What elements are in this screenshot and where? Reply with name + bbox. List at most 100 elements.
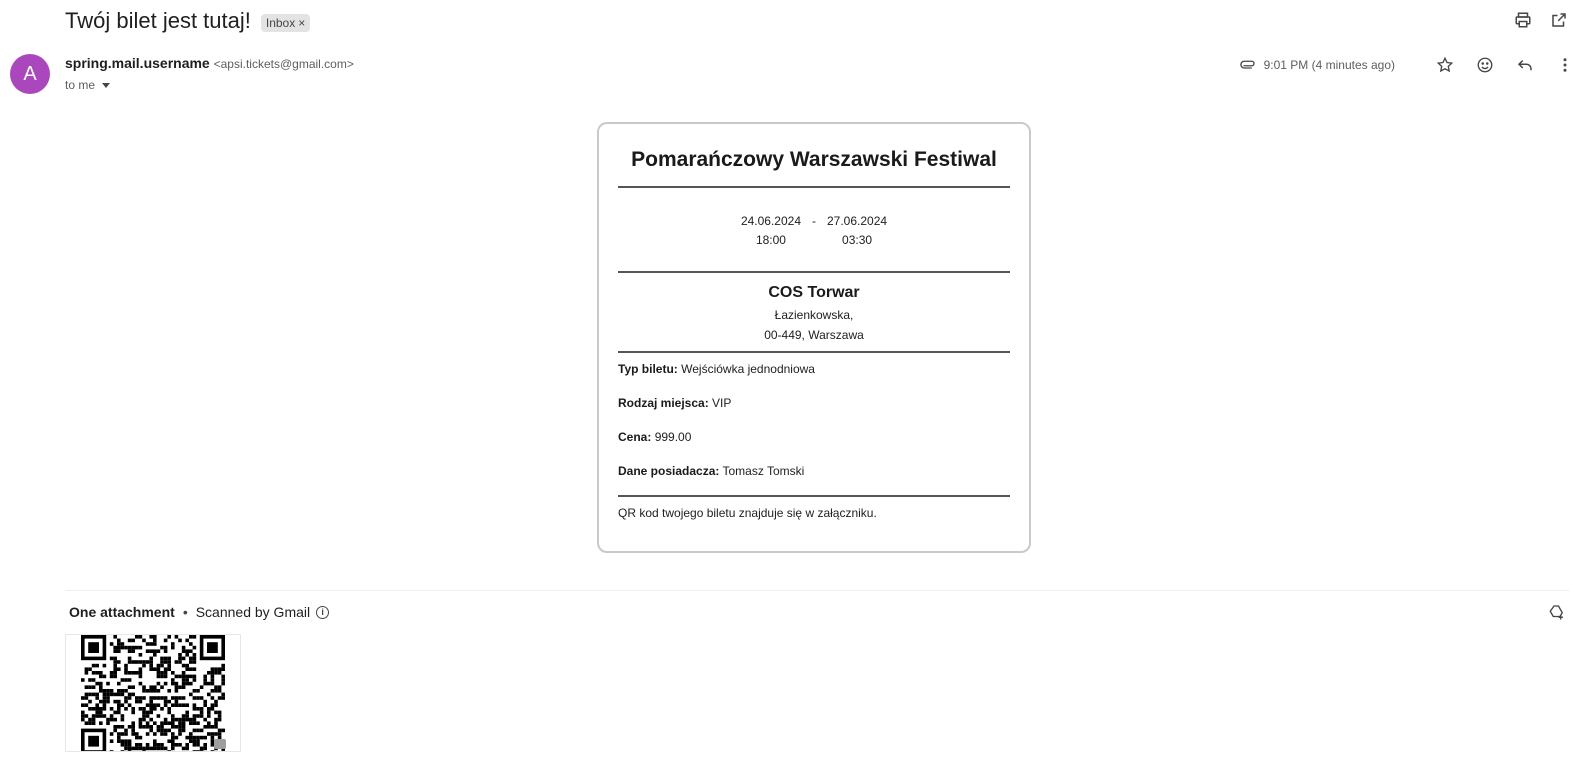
qr-module (217, 717, 222, 722)
add-to-drive-icon[interactable] (1547, 602, 1567, 622)
qr-module (106, 721, 110, 725)
qr-module (192, 703, 197, 707)
qr-module (192, 735, 197, 740)
qr-attachment-thumbnail[interactable] (65, 634, 241, 752)
qr-module (178, 685, 182, 689)
qr-module (192, 645, 197, 650)
qr-module (160, 660, 164, 664)
qr-module (149, 725, 153, 729)
qr-module (131, 660, 135, 664)
qr-module (174, 703, 179, 707)
qr-module (145, 710, 150, 715)
qr-module (217, 689, 222, 693)
qr-module (88, 692, 92, 697)
inbox-label-chip[interactable]: Inbox × (260, 13, 311, 32)
qr-module (127, 746, 132, 751)
qr-module (81, 696, 85, 700)
qr-module (174, 735, 179, 740)
qr-module (117, 725, 121, 729)
qr-module (153, 653, 157, 657)
qr-module (189, 721, 193, 725)
qr-module (181, 714, 186, 718)
qr-module (210, 689, 215, 693)
qr-module (124, 689, 128, 693)
qr-module (91, 678, 96, 682)
qr-module (196, 689, 200, 693)
recipient-details-toggle[interactable]: to me (65, 78, 111, 92)
open-in-new-window-icon[interactable] (1549, 10, 1569, 30)
qr-module (214, 699, 218, 704)
qr-module (131, 649, 135, 653)
qr-module (138, 717, 143, 722)
qr-module (156, 674, 161, 679)
qr-module (153, 721, 157, 725)
qr-module (185, 678, 189, 682)
qr-module (117, 649, 121, 653)
qr-module (178, 653, 182, 657)
print-icon[interactable] (1513, 10, 1533, 30)
qr-module (181, 645, 186, 650)
qr-module (142, 689, 146, 693)
qr-module (149, 656, 153, 661)
qr-module (207, 671, 211, 675)
qr-module (153, 743, 157, 747)
qr-module (149, 707, 153, 711)
qr-module (135, 699, 139, 704)
emoji-reaction-icon[interactable] (1475, 55, 1495, 75)
qr-module (142, 663, 146, 668)
qr-module (124, 728, 128, 733)
star-icon[interactable] (1435, 55, 1455, 75)
qr-module (109, 674, 114, 679)
qr-module (178, 725, 182, 729)
qr-module (189, 635, 193, 639)
qr-module (156, 725, 161, 729)
qr-module (149, 635, 153, 639)
qr-module (196, 739, 200, 743)
qr-module (149, 728, 153, 733)
reply-icon[interactable] (1515, 55, 1535, 75)
qr-module (171, 681, 175, 686)
ticket-type: Typ biletu: Wejściówka jednodniowa (618, 362, 1010, 376)
qr-module (149, 660, 153, 664)
date-separator-col: - (812, 212, 816, 250)
qr-module (145, 746, 150, 751)
qr-module (192, 739, 197, 743)
qr-module (120, 678, 125, 682)
qr-module (145, 721, 150, 725)
qr-module (174, 660, 179, 664)
more-vertical-icon[interactable] (1555, 55, 1575, 75)
qr-module (120, 642, 125, 646)
qr-module (156, 714, 161, 718)
qr-module (192, 721, 197, 725)
qr-module (138, 696, 143, 700)
qr-module (167, 635, 171, 639)
qr-module (124, 667, 128, 671)
qr-module (149, 703, 153, 707)
sender-avatar[interactable]: A (10, 54, 50, 94)
qr-module (84, 721, 89, 725)
qr-module (221, 681, 225, 686)
sender-name[interactable]: spring.mail.username (65, 55, 210, 71)
qr-module (199, 685, 204, 689)
qr-module (196, 721, 200, 725)
qr-module (120, 732, 125, 736)
qr-module (117, 660, 121, 664)
qr-module (135, 735, 139, 740)
qr-module (109, 689, 114, 693)
qr-module (81, 714, 85, 718)
qr-module (178, 660, 182, 664)
qr-module (185, 710, 189, 715)
qr-module (163, 699, 168, 704)
qr-module (127, 750, 132, 751)
qr-module (113, 656, 117, 661)
qr-module (95, 671, 99, 675)
qr-module (106, 692, 110, 697)
qr-module (131, 725, 135, 729)
qr-module (199, 696, 204, 700)
remove-label-icon[interactable]: × (298, 16, 305, 30)
info-icon[interactable]: i (316, 605, 330, 619)
qr-module (127, 678, 132, 682)
qr-module (117, 689, 121, 693)
qr-module (160, 746, 164, 751)
qr-module (178, 656, 182, 661)
